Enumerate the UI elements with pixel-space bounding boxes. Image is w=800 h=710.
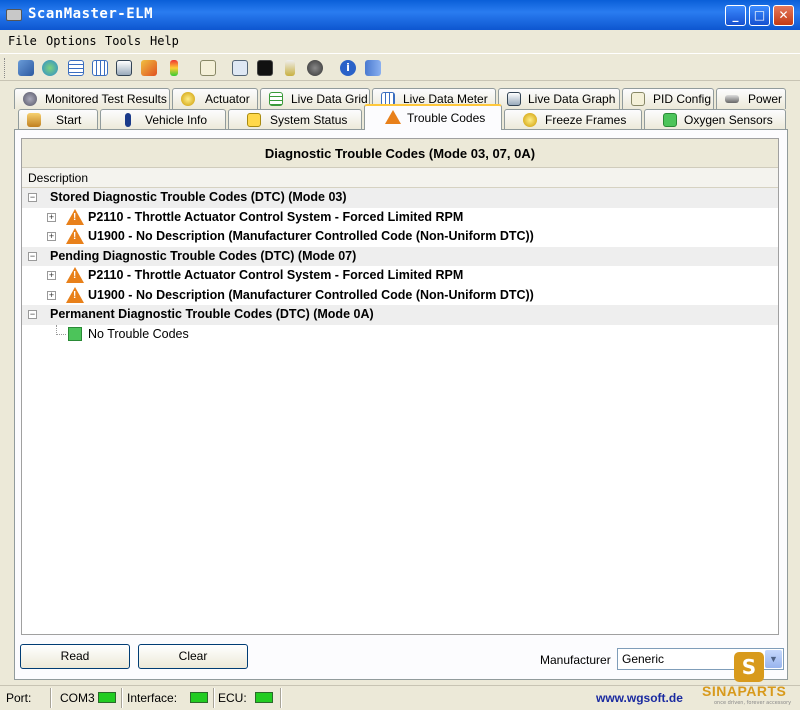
info-icon[interactable]: i <box>338 58 358 78</box>
toolbar-grip <box>4 58 7 78</box>
tab-oxygen-sensors[interactable]: Oxygen Sensors <box>644 109 786 130</box>
no-codes-row[interactable]: No Trouble Codes <box>22 324 778 345</box>
hand-icon <box>523 113 537 127</box>
column-header-description[interactable]: Description <box>22 168 778 188</box>
warning-icon <box>66 267 84 283</box>
table-icon[interactable] <box>66 58 86 78</box>
title-bar: ScanMaster-ELM _ □ ✕ <box>0 0 800 30</box>
window-title: ScanMaster-ELM <box>28 6 154 22</box>
menu-file[interactable]: File <box>8 34 37 48</box>
manufacturer-value: Generic <box>622 652 665 666</box>
traffic-light-icon[interactable] <box>164 58 184 78</box>
clear-button[interactable]: Clear <box>138 644 248 669</box>
expand-icon[interactable]: + <box>47 232 56 241</box>
tab-pid-config[interactable]: PID Config <box>622 88 714 109</box>
tab-live-data-graph[interactable]: Live Data Graph <box>498 88 620 109</box>
chart-icon[interactable] <box>139 58 159 78</box>
collapse-icon[interactable]: − <box>28 310 37 319</box>
home-icon <box>27 113 41 127</box>
port-label: Port: <box>6 691 32 705</box>
group-stored-dtc[interactable]: − Stored Diagnostic Trouble Codes (DTC) … <box>22 188 778 208</box>
trouble-codes-panel: Diagnostic Trouble Codes (Mode 03, 07, 0… <box>14 129 788 680</box>
minimize-button[interactable]: _ <box>725 5 746 26</box>
tab-freeze-frames[interactable]: Freeze Frames <box>504 109 642 130</box>
dtc-row[interactable]: + U1900 - No Description (Manufacturer C… <box>22 227 778 247</box>
expand-icon[interactable]: + <box>47 212 56 222</box>
warning-icon <box>66 228 84 244</box>
gear-icon <box>23 92 37 106</box>
clipboard-icon[interactable] <box>198 58 218 78</box>
sensor-icon <box>663 113 677 127</box>
brand-name: SINAPARTS <box>702 683 787 699</box>
ecu-label: ECU: <box>218 691 247 705</box>
info-icon <box>125 113 131 127</box>
port-status-led <box>98 692 116 703</box>
tab-monitored-test-results[interactable]: Monitored Test Results <box>14 88 170 109</box>
grid-icon[interactable] <box>90 58 110 78</box>
app-icon <box>6 9 22 21</box>
collapse-icon[interactable]: − <box>28 251 37 261</box>
collapse-icon[interactable]: − <box>28 193 37 202</box>
book-icon[interactable] <box>363 58 383 78</box>
status-separator <box>121 688 123 708</box>
menu-options[interactable]: Options <box>46 34 97 48</box>
manufacturer-label: Manufacturer <box>540 653 611 667</box>
port-value: COM3 <box>60 691 95 705</box>
wrench-icon[interactable] <box>16 58 36 78</box>
status-icon <box>247 113 261 127</box>
hand-icon <box>181 92 195 106</box>
group-permanent-dtc[interactable]: − Permanent Diagnostic Trouble Codes (DT… <box>22 305 778 325</box>
globe-icon[interactable] <box>40 58 60 78</box>
read-button[interactable]: Read <box>20 644 130 669</box>
gauge-icon[interactable] <box>114 58 134 78</box>
dtc-row[interactable]: + P2110 - Throttle Actuator Control Syst… <box>22 208 778 228</box>
close-button[interactable]: ✕ <box>773 5 794 26</box>
tab-actuator[interactable]: Actuator <box>172 88 258 109</box>
status-separator <box>50 688 52 708</box>
warning-icon <box>66 208 84 225</box>
expand-icon[interactable]: + <box>47 271 56 280</box>
tab-power[interactable]: Power <box>716 88 786 109</box>
list-title: Diagnostic Trouble Codes (Mode 03, 07, 0… <box>22 139 778 168</box>
ecu-status-led <box>255 692 273 703</box>
tab-system-status[interactable]: System Status <box>228 109 362 130</box>
website-link[interactable]: www.wgsoft.de <box>596 691 683 705</box>
tab-vehicle-info[interactable]: Vehicle Info <box>100 109 226 130</box>
document-icon <box>631 92 645 106</box>
status-bar: Port: COM3 Interface: ECU: www.wgsoft.de <box>0 685 800 710</box>
menu-tools[interactable]: Tools <box>105 34 141 48</box>
tab-start[interactable]: Start <box>18 109 98 130</box>
plug-icon <box>725 95 739 103</box>
maximize-button[interactable]: □ <box>749 5 770 26</box>
watermark-logo: S SINAPARTS once driven, forever accesso… <box>702 652 794 708</box>
status-separator <box>213 688 215 708</box>
group-pending-dtc[interactable]: − Pending Diagnostic Trouble Codes (DTC)… <box>22 246 778 266</box>
ok-icon <box>68 326 82 341</box>
menu-help[interactable]: Help <box>150 34 179 48</box>
status-separator <box>280 688 282 708</box>
interface-status-led <box>190 692 208 703</box>
graph-icon <box>507 92 521 106</box>
tree-connector <box>56 324 66 335</box>
toolbar: i <box>0 53 800 81</box>
tab-trouble-codes[interactable]: Trouble Codes <box>364 104 502 130</box>
disc-icon[interactable] <box>305 58 325 78</box>
dtc-row[interactable]: + P2110 - Throttle Actuator Control Syst… <box>22 266 778 286</box>
brand-tagline: once driven, forever accessory <box>714 700 792 706</box>
interface-label: Interface: <box>127 691 178 705</box>
dtc-row[interactable]: + U1900 - No Description (Manufacturer C… <box>22 286 778 306</box>
tab-live-data-grid[interactable]: Live Data Grid <box>260 88 370 109</box>
terminal-icon[interactable] <box>255 58 275 78</box>
grid-icon <box>269 92 283 106</box>
warning-icon <box>385 110 401 124</box>
brand-badge: S <box>734 652 764 682</box>
expand-icon[interactable]: + <box>47 290 56 300</box>
menu-bar: File Options Tools Help <box>0 30 800 52</box>
warning-icon <box>66 286 84 303</box>
dtc-list[interactable]: Diagnostic Trouble Codes (Mode 03, 07, 0… <box>21 138 779 635</box>
battery-icon[interactable] <box>280 58 300 78</box>
search-icon[interactable] <box>230 58 250 78</box>
